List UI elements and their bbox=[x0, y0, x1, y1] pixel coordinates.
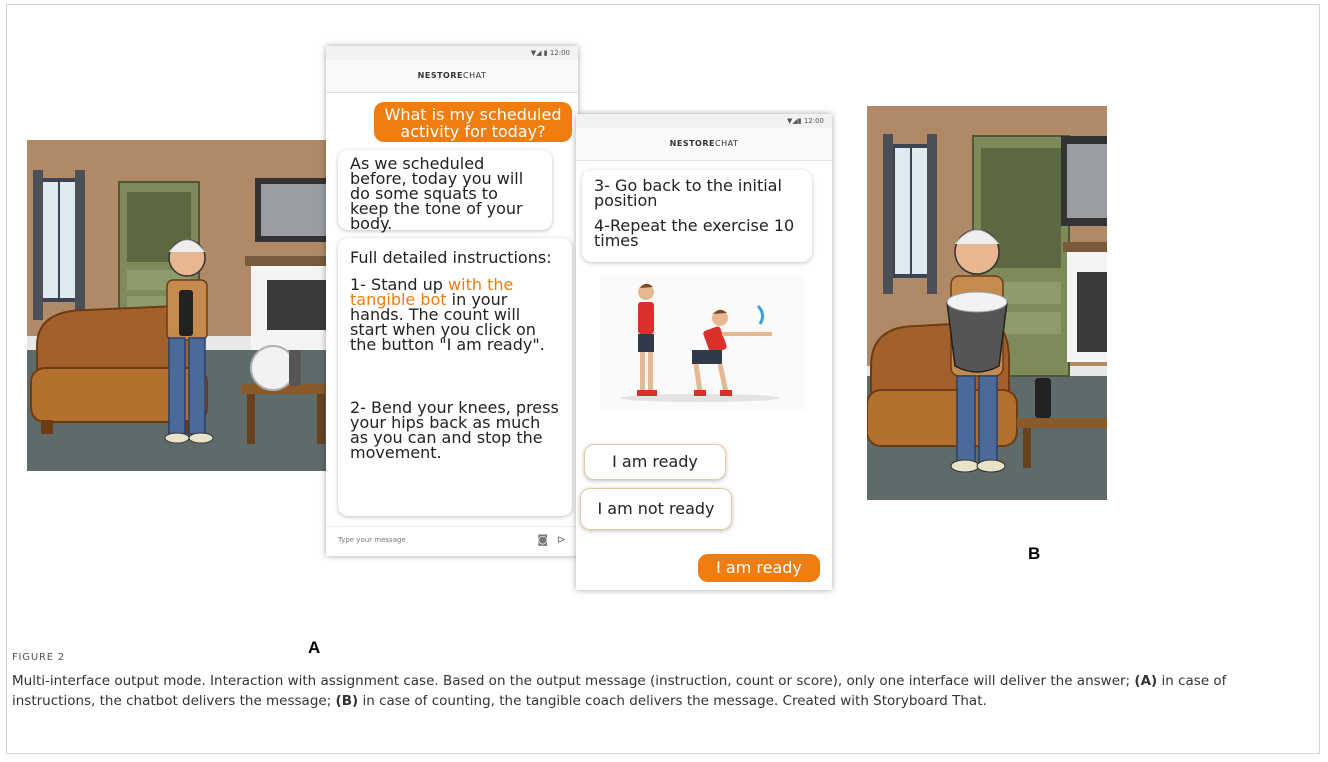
status-time: 12:00 bbox=[549, 49, 570, 57]
camera-icon[interactable]: ◙ bbox=[537, 527, 548, 553]
steps-bubble: 3- Go back to the initial position 4-Rep… bbox=[582, 170, 812, 262]
message-input[interactable]: Type your message bbox=[338, 536, 406, 544]
instructions-title: Full detailed instructions: bbox=[350, 248, 552, 267]
choice-ready-label: I am ready bbox=[612, 452, 698, 471]
user-question-bubble: What is my scheduled activity for today? bbox=[374, 102, 572, 142]
chat-header: NESTORECHAT bbox=[326, 60, 578, 93]
living-room-illustration-b bbox=[867, 106, 1107, 500]
chat-header-b: NESTORECHAT bbox=[576, 128, 832, 161]
user-question-text: What is my scheduled activity for today? bbox=[384, 105, 562, 141]
bot-message-bubble: As we scheduled before, today you will d… bbox=[338, 150, 552, 233]
figure-caption: Multi-interface output mode. Interaction… bbox=[12, 671, 1312, 711]
scene-a-living-room bbox=[27, 140, 332, 471]
caption-text-1: Multi-interface output mode. Interaction… bbox=[12, 673, 1135, 689]
instruction-step-2: 2- Bend your knees, press your hips back… bbox=[350, 398, 559, 462]
phone-b-chat: ▼◢▮ 12:00 NESTORECHAT 3- Go back to the … bbox=[576, 114, 832, 590]
instruction-step-4: 4-Repeat the exercise 10 times bbox=[594, 216, 795, 250]
header-brand: NESTORE bbox=[417, 71, 463, 80]
status-bar-b: ▼◢▮ 12:00 bbox=[576, 114, 832, 128]
choice-not-ready-label: I am not ready bbox=[597, 499, 715, 518]
choice-ready-button[interactable]: I am ready bbox=[584, 444, 726, 480]
caption-part-a: (A) bbox=[1134, 673, 1158, 689]
header-suffix: CHAT bbox=[462, 71, 487, 80]
user-reply-bubble: I am ready bbox=[698, 554, 820, 582]
squat-illustration bbox=[600, 276, 804, 410]
bot-message-text: As we scheduled before, today you will d… bbox=[350, 154, 524, 233]
caption-part-b: (B) bbox=[335, 693, 359, 709]
user-reply-text: I am ready bbox=[716, 558, 802, 577]
send-icon[interactable]: ⊳ bbox=[557, 527, 566, 553]
header-brand-b: NESTORE bbox=[669, 139, 715, 148]
choice-not-ready-button[interactable]: I am not ready bbox=[580, 488, 732, 530]
status-bar: ▼◢ ▮ 12:00 bbox=[326, 46, 578, 60]
instruction-step-1: 1- Stand up with the tangible bot in you… bbox=[350, 277, 560, 353]
panel-label-b: B bbox=[1028, 544, 1041, 563]
living-room-illustration-a bbox=[27, 140, 332, 471]
status-time-b: 12:00 bbox=[803, 117, 824, 125]
figure-label: FIGURE 2 bbox=[12, 652, 65, 663]
scene-b-living-room bbox=[867, 106, 1107, 500]
panel-label-a: A bbox=[308, 638, 321, 657]
message-composer[interactable]: Type your message ◙ ⊳ bbox=[326, 526, 578, 553]
squat-figure-svg bbox=[620, 283, 780, 402]
header-suffix-b: CHAT bbox=[714, 139, 739, 148]
phone-a-chat: ▼◢ ▮ 12:00 NESTORECHAT What is my schedu… bbox=[326, 46, 578, 556]
instructions-bubble: Full detailed instructions: 1- Stand up … bbox=[338, 238, 572, 516]
instruction-step-3: 3- Go back to the initial position bbox=[594, 176, 782, 210]
caption-text-3: in case of counting, the tangible coach … bbox=[358, 693, 987, 709]
